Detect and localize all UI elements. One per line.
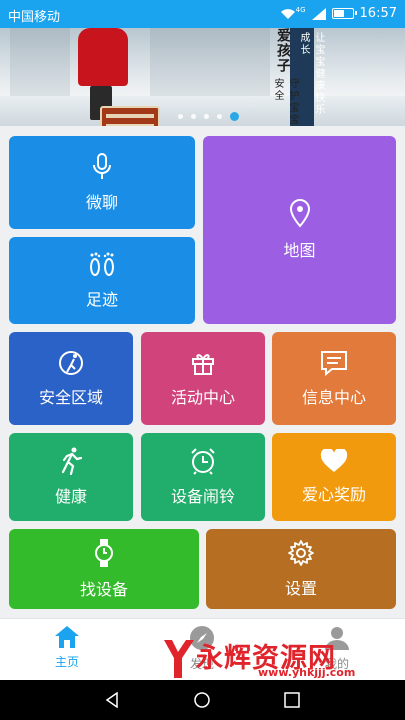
sled xyxy=(100,106,160,126)
tile-map-label: 地图 xyxy=(283,241,316,260)
gift-icon xyxy=(192,353,214,375)
carousel-dot[interactable] xyxy=(217,114,222,119)
watermark-logo-icon xyxy=(164,640,194,678)
carousel-dot[interactable] xyxy=(191,114,196,119)
promo-banner[interactable]: 爱孩子 让宝宝健康快乐成长 守护宝宝安全 xyxy=(0,28,405,126)
tile-map[interactable]: 地图 xyxy=(203,136,396,324)
tab-home-label: 主页 xyxy=(54,655,79,669)
tab-home[interactable]: 主页 xyxy=(32,625,102,677)
microphone-icon xyxy=(93,152,111,179)
footprints-icon xyxy=(90,252,114,276)
carousel-dots xyxy=(178,112,239,121)
feature-grid: 微聊 地图 足迹 安全区域 活动中心 信息中心 健康 设备闹铃 爱心奖励 找设备… xyxy=(0,126,405,616)
child-figure xyxy=(78,28,128,86)
banner-slogan-main: 让宝宝健康快乐成长 xyxy=(298,32,324,116)
wifi-icon xyxy=(280,8,295,19)
tile-reward[interactable]: 爱心奖励 xyxy=(272,433,396,521)
tile-alarm-label: 设备闹铃 xyxy=(170,487,235,506)
tile-alarm[interactable]: 设备闹铃 xyxy=(141,433,265,521)
status-icons: 4G 16:57 xyxy=(280,6,397,21)
carrier-name: 中国移动 xyxy=(8,10,61,25)
tile-safe-zone-label: 安全区域 xyxy=(38,387,103,407)
tile-activity-label: 活动中心 xyxy=(170,387,235,407)
tile-chat-label: 微聊 xyxy=(85,192,118,212)
back-icon[interactable] xyxy=(104,692,120,708)
carousel-dot[interactable] xyxy=(178,114,183,119)
tile-health[interactable]: 健康 xyxy=(9,433,133,521)
watch-icon xyxy=(95,539,113,567)
home-icon xyxy=(55,626,79,648)
watermark-url: www.yhkjjj.com xyxy=(258,666,356,679)
banner-title: 爱孩子 xyxy=(275,28,291,73)
safe-zone-icon xyxy=(59,350,83,375)
gear-icon xyxy=(288,540,314,566)
tile-health-label: 健康 xyxy=(54,487,87,506)
tile-activity[interactable]: 活动中心 xyxy=(141,332,265,425)
tile-footprint-label: 足迹 xyxy=(85,289,118,309)
clock: 16:57 xyxy=(359,6,397,21)
network-type: 4G xyxy=(295,5,306,14)
carousel-dot[interactable] xyxy=(230,112,239,121)
battery-icon xyxy=(331,8,357,19)
banner-slogan-sub: 守护宝宝安全 xyxy=(272,78,298,126)
alarm-clock-icon xyxy=(191,448,215,475)
tile-safe-zone[interactable]: 安全区域 xyxy=(9,332,133,425)
home-button-icon[interactable] xyxy=(194,692,210,708)
tile-messages[interactable]: 信息中心 xyxy=(272,332,396,425)
tile-find-device-label: 找设备 xyxy=(79,580,128,599)
recents-icon[interactable] xyxy=(284,692,300,708)
carousel-dot[interactable] xyxy=(204,114,209,119)
system-nav-bar xyxy=(0,680,405,720)
heart-icon xyxy=(320,449,348,472)
tile-messages-label: 信息中心 xyxy=(301,387,366,407)
snow-ground xyxy=(0,96,405,126)
tile-find-device[interactable]: 找设备 xyxy=(9,529,199,609)
tile-footprint[interactable]: 足迹 xyxy=(9,237,195,324)
tile-reward-label: 爱心奖励 xyxy=(301,485,366,504)
watermark: 永辉资源网 www.yhkjjj.com xyxy=(160,636,405,682)
runner-icon xyxy=(61,447,83,475)
location-pin-icon xyxy=(289,199,310,228)
tile-settings-label: 设置 xyxy=(284,579,317,598)
message-icon xyxy=(321,350,347,376)
signal-icon xyxy=(311,7,326,20)
status-bar: 中国移动 4G 16:57 xyxy=(0,0,405,28)
tile-settings[interactable]: 设置 xyxy=(206,529,396,609)
tile-chat[interactable]: 微聊 xyxy=(9,136,195,229)
